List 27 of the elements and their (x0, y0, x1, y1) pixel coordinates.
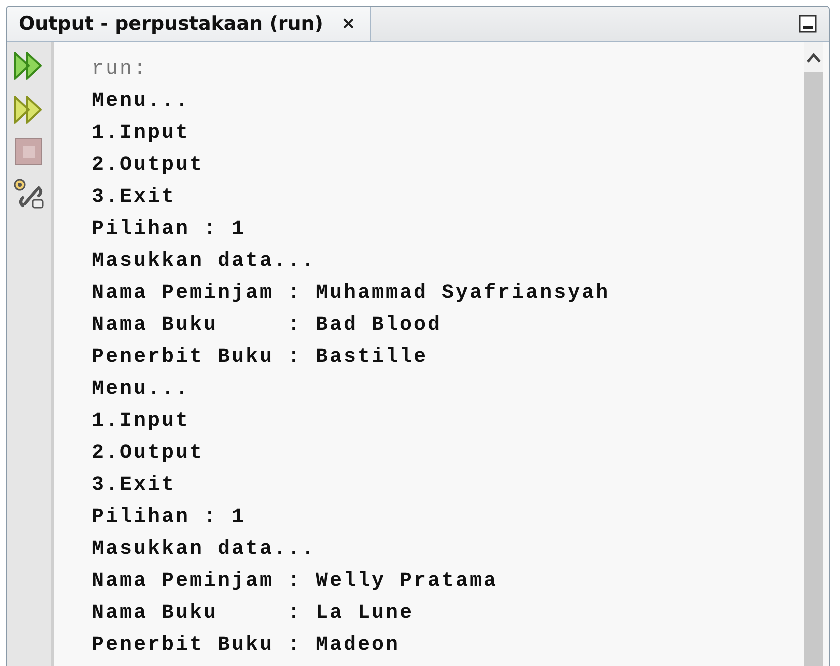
scroll-up-icon[interactable] (806, 52, 822, 64)
output-line: 1.Input (92, 409, 192, 435)
output-line: 1.Input (92, 121, 192, 147)
tab-title: Output - perpustakaan (run) (19, 13, 324, 35)
output-line: 3.Exit (92, 473, 178, 499)
output-tab[interactable]: Output - perpustakaan (run) × (7, 7, 371, 41)
output-line: 3.Exit (92, 185, 178, 211)
output-line: Menu... (92, 377, 192, 403)
output-line: Masukkan data... (92, 537, 318, 563)
output-line: Menu... (92, 89, 192, 115)
output-line: Nama Peminjam : Muhammad Syafriansyah (92, 281, 612, 307)
rerun-icon[interactable] (13, 50, 45, 82)
output-line: run: (92, 57, 150, 83)
minimize-icon[interactable] (799, 15, 817, 33)
output-line: Penerbit Buku : Madeon (92, 633, 402, 659)
output-line: Nama Buku : Bad Blood (92, 313, 444, 339)
output-line: Masukkan data... (92, 249, 318, 275)
output-line: Nama Peminjam : Welly Pratama (92, 569, 500, 595)
rerun-icon[interactable] (13, 94, 45, 126)
output-line: Pilihan : 1 (92, 505, 248, 531)
scrollbar[interactable] (804, 42, 823, 666)
output-line: 2.Output (92, 441, 206, 467)
close-button[interactable]: × (342, 14, 356, 34)
output-line: Penerbit Buku : Bastille (92, 345, 430, 371)
output-line: Nama Buku : La Lune (92, 601, 416, 627)
output-line: Pilihan : 1 (92, 217, 248, 243)
output-line: 2.Output (92, 153, 206, 179)
